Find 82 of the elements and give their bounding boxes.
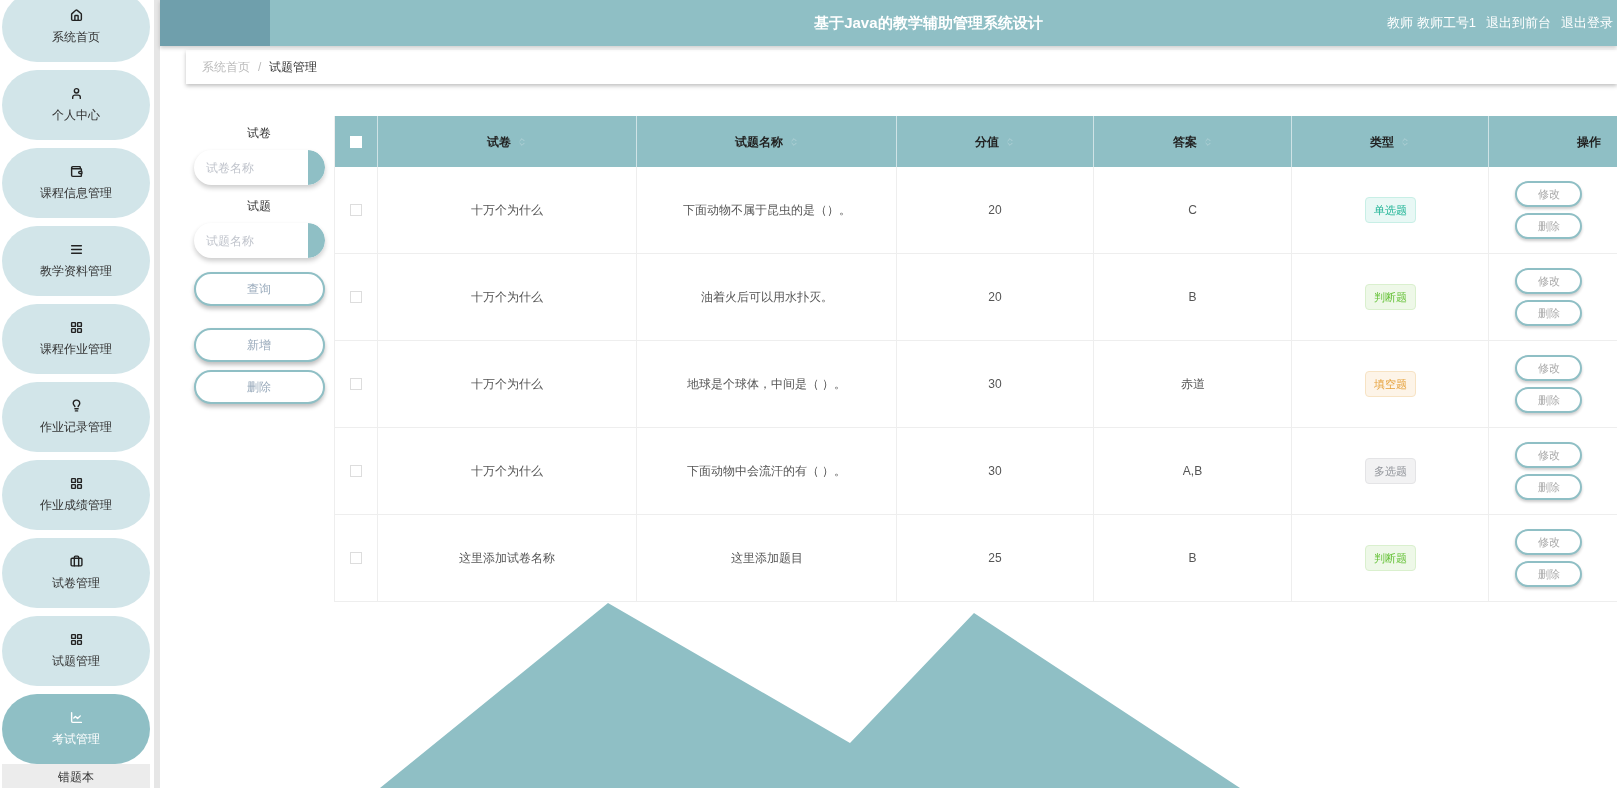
type-tag: 单选题	[1364, 196, 1416, 224]
page-title: 基于Java的教学辅助管理系统设计	[814, 12, 1043, 33]
table-cell-text: 25	[988, 550, 1002, 567]
table-cell-text: 下面动物中会流汗的有（ ）。	[686, 463, 847, 480]
menu-icon	[69, 632, 83, 646]
query-button[interactable]: 查询	[193, 272, 325, 306]
menu-icon	[69, 164, 83, 178]
sidebar-item[interactable]: 试卷管理	[2, 538, 150, 608]
delete-button[interactable]: 删除	[1515, 213, 1582, 239]
breadcrumb-separator: /	[258, 59, 262, 76]
column-header: 分值	[975, 133, 999, 151]
column-header: 操作	[1576, 133, 1601, 151]
sidebar-item[interactable]: 试题管理	[2, 616, 150, 686]
table-cell-text: B	[1188, 289, 1197, 306]
sidebar-item[interactable]: 教学资料管理	[2, 226, 150, 296]
add-button[interactable]: 新增	[193, 328, 325, 362]
table-cell-text: 30	[988, 463, 1002, 480]
table-cell-text: 20	[988, 202, 1002, 219]
delete-button[interactable]: 删除	[193, 370, 325, 404]
header-link[interactable]: 退出登录	[1561, 13, 1613, 33]
table-cell-text: 地球是个球体，中间是（ ）。	[686, 376, 847, 393]
type-tag: 多选题	[1364, 457, 1416, 485]
edit-button[interactable]: 修改	[1515, 529, 1582, 555]
table-cell-text: 这里添加试卷名称	[459, 550, 555, 567]
sidebar-item[interactable]: 作业记录管理	[2, 382, 150, 452]
table-cell-text: 这里添加题目	[730, 550, 803, 567]
type-tag: 填空题	[1364, 370, 1416, 398]
header-link[interactable]: 退出到前台	[1486, 13, 1551, 33]
table-cell-text: 十万个为什么	[471, 463, 543, 480]
column-header: 答案	[1172, 133, 1197, 151]
table-cell-text: 十万个为什么	[471, 289, 543, 306]
row-checkbox[interactable]	[350, 378, 362, 390]
edit-button[interactable]: 修改	[1515, 268, 1582, 294]
menu-icon	[69, 320, 83, 334]
breadcrumb-link[interactable]: 系统首页	[202, 58, 250, 76]
sidebar-item[interactable]: 考试管理	[2, 694, 150, 764]
edit-button[interactable]: 修改	[1515, 442, 1582, 468]
search-input[interactable]: 试卷名称	[193, 158, 308, 177]
edit-button[interactable]: 修改	[1515, 355, 1582, 381]
submenu-item[interactable]: 错题本	[2, 764, 150, 788]
sidebar-item[interactable]: 作业成绩管理	[2, 460, 150, 530]
table-cell-text: 十万个为什么	[471, 202, 543, 219]
select-all-checkbox[interactable]	[350, 135, 362, 148]
table-cell-text: B	[1188, 550, 1197, 567]
sidebar-item[interactable]: 课程作业管理	[2, 304, 150, 374]
sidebar-item[interactable]: 课程信息管理	[2, 148, 150, 218]
row-checkbox[interactable]	[350, 465, 362, 477]
menu-icon	[69, 242, 83, 256]
table-cell-text: 赤道	[1180, 376, 1205, 393]
delete-button[interactable]: 删除	[1515, 474, 1582, 500]
menu-icon	[69, 554, 83, 568]
table-cell-text: 下面动物不属于昆虫的是（）。	[682, 202, 851, 219]
delete-button[interactable]: 删除	[1515, 300, 1582, 326]
row-checkbox[interactable]	[350, 204, 362, 216]
sidebar-item[interactable]: 系统首页	[2, 0, 150, 62]
table-cell-text: 十万个为什么	[471, 376, 543, 393]
menu-icon	[69, 710, 83, 724]
field-label: 试题	[247, 198, 271, 215]
user-name: 教师工号1	[1416, 14, 1476, 33]
row-checkbox[interactable]	[350, 291, 362, 303]
search-input[interactable]: 试题名称	[193, 231, 308, 250]
sidebar-item[interactable]: 个人中心	[2, 70, 150, 140]
column-header: 类型	[1370, 133, 1394, 151]
column-header: 试卷	[487, 133, 511, 151]
table-cell-text: A,B	[1182, 463, 1203, 480]
delete-button[interactable]: 删除	[1515, 387, 1582, 413]
menu-icon	[69, 86, 83, 100]
user-role: 教师	[1386, 14, 1413, 33]
type-tag: 判断题	[1364, 283, 1416, 311]
table-cell-text: 油着火后可以用水扑灭。	[700, 289, 833, 306]
row-checkbox[interactable]	[350, 552, 362, 564]
table-cell-text: C	[1188, 202, 1197, 219]
breadcrumb-link[interactable]: 试题管理	[269, 58, 318, 76]
field-label: 试卷	[247, 125, 271, 142]
delete-button[interactable]: 删除	[1515, 561, 1582, 587]
column-header: 试题名称	[734, 133, 783, 151]
table-cell-text: 30	[988, 376, 1002, 393]
menu-icon	[69, 8, 83, 22]
edit-button[interactable]: 修改	[1515, 181, 1582, 207]
type-tag: 判断题	[1364, 544, 1416, 572]
table-cell-text: 20	[988, 289, 1002, 306]
menu-icon	[69, 476, 83, 490]
